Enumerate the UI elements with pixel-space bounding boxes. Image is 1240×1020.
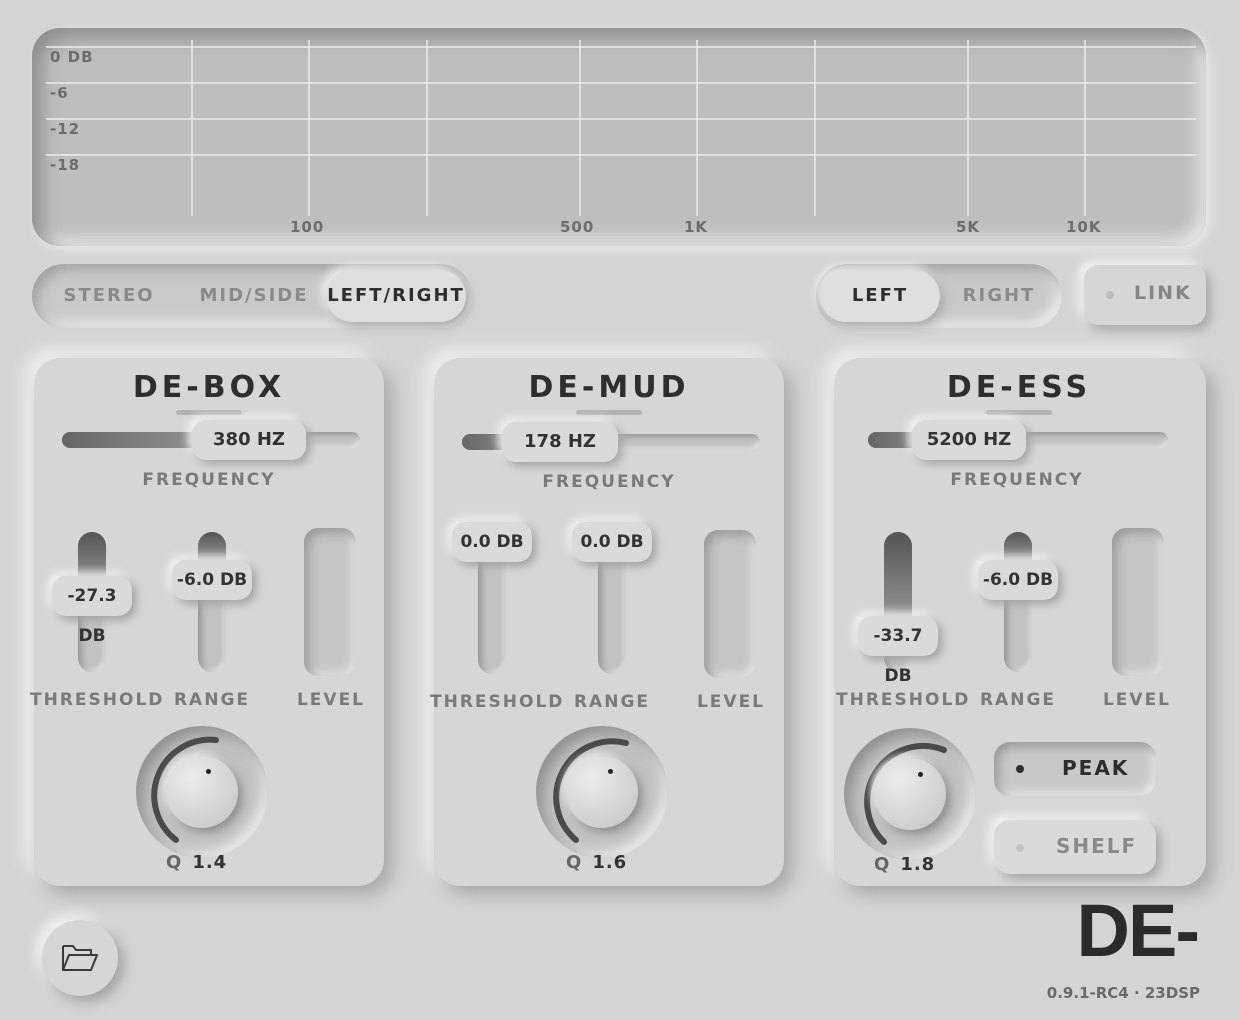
level-label: LEVEL: [296, 690, 366, 710]
frequency-label: FREQUENCY: [950, 470, 1084, 490]
q-knob-well: [844, 728, 976, 860]
q-knob-well: [136, 726, 268, 858]
panel-title: DE-MUD: [528, 370, 690, 405]
frequency-label: FREQUENCY: [142, 470, 276, 490]
q-knob[interactable]: [874, 758, 946, 830]
peak-indicator: [1016, 765, 1024, 773]
panel-title: DE-ESS: [946, 370, 1092, 405]
q-knob-well: [536, 726, 668, 858]
graph-grid: [46, 40, 1196, 216]
shelf-mode-button[interactable]: SHELF: [994, 820, 1156, 874]
q-knob-pointer: [206, 769, 211, 774]
q-knob-pointer: [918, 772, 923, 777]
mode-option-mid-side[interactable]: MID/SIDE: [184, 270, 324, 322]
channel-option-left[interactable]: LEFT: [820, 270, 940, 322]
q-readout: Q 1.6: [566, 852, 627, 873]
level-meter: [304, 528, 356, 676]
threshold-slider-thumb[interactable]: -33.7 DB: [858, 616, 938, 686]
level-label: LEVEL: [696, 692, 766, 712]
db-label-18: -18: [50, 156, 81, 174]
level-meter: [704, 530, 756, 678]
threshold-label: THRESHOLD: [430, 692, 565, 712]
level-label: LEVEL: [1102, 690, 1172, 710]
link-label: LINK: [1134, 282, 1192, 304]
frequency-slider-thumb[interactable]: 5200 HZ: [912, 420, 1026, 460]
range-slider-thumb[interactable]: -6.0 DB: [978, 560, 1058, 600]
q-readout: Q 1.8: [874, 854, 935, 875]
hz-label-500: 500: [560, 218, 595, 236]
peak-mode-button[interactable]: PEAK: [994, 742, 1156, 796]
frequency-slider-thumb[interactable]: 178 HZ: [502, 422, 618, 462]
hz-label-1k: 1K: [684, 218, 709, 236]
q-value: 1.4: [192, 852, 228, 873]
stereo-mode-selector: STEREO MID/SIDE LEFT/RIGHT: [32, 264, 472, 328]
link-button[interactable]: LINK: [1084, 265, 1206, 325]
q-knob[interactable]: [566, 756, 638, 828]
q-value: 1.8: [900, 854, 936, 875]
threshold-label: THRESHOLD: [836, 690, 971, 710]
peak-label: PEAK: [1062, 756, 1130, 780]
version-label: 0.9.1-RC4 · 23DSP: [1046, 984, 1200, 1002]
threshold-slider-thumb[interactable]: -27.3 DB: [52, 576, 132, 646]
q-readout: Q 1.4: [166, 852, 227, 873]
open-preset-button[interactable]: [42, 920, 118, 996]
frequency-label: FREQUENCY: [542, 472, 676, 492]
mode-option-stereo[interactable]: STEREO: [42, 270, 176, 322]
level-meter: [1112, 528, 1164, 676]
range-slider-track[interactable]: [1004, 532, 1032, 672]
db-label-6: -6: [50, 84, 69, 102]
q-label: Q: [566, 852, 583, 873]
link-indicator: [1106, 291, 1114, 299]
db-label-12: -12: [50, 120, 81, 138]
hz-label-10k: 10K: [1066, 218, 1102, 236]
brand-logo: DE-: [1076, 889, 1200, 972]
panel-de-mud: DE-MUD 178 HZ FREQUENCY 0.0 DB THRESHOLD…: [430, 358, 784, 886]
q-knob-pointer: [608, 769, 613, 774]
db-label-0: 0 DB: [50, 48, 94, 66]
hz-label-5k: 5K: [956, 218, 981, 236]
panel-de-box: DE-BOX 380 HZ FREQUENCY -27.3 DB THRESHO…: [30, 358, 384, 886]
range-label: RANGE: [173, 690, 251, 710]
title-underline: [176, 410, 242, 415]
title-underline: [576, 410, 642, 415]
frequency-response-graph: 0 DB -6 -12 -18 100 500 1K 5K 10K: [32, 28, 1206, 246]
panel-de-ess: DE-ESS 5200 HZ FREQUENCY -33.7 DB THRESH…: [834, 358, 1206, 886]
range-slider-track[interactable]: [198, 532, 226, 672]
mode-option-left-right[interactable]: LEFT/RIGHT: [326, 270, 466, 322]
q-knob[interactable]: [166, 756, 238, 828]
panel-title: DE-BOX: [132, 370, 286, 405]
q-label: Q: [166, 852, 183, 873]
channel-selector: LEFT RIGHT: [816, 264, 1062, 328]
threshold-label: THRESHOLD: [30, 690, 165, 710]
channel-option-right[interactable]: RIGHT: [940, 270, 1058, 322]
shelf-indicator: [1016, 844, 1024, 852]
hz-label-100: 100: [290, 218, 325, 236]
range-label: RANGE: [979, 690, 1057, 710]
threshold-slider-thumb[interactable]: 0.0 DB: [452, 522, 532, 562]
frequency-slider-thumb[interactable]: 380 HZ: [192, 420, 306, 460]
q-label: Q: [874, 854, 891, 875]
range-slider-thumb[interactable]: -6.0 DB: [172, 560, 252, 600]
shelf-label: SHELF: [1056, 834, 1138, 858]
range-label: RANGE: [573, 692, 651, 712]
range-slider-thumb[interactable]: 0.0 DB: [572, 522, 652, 562]
q-value: 1.6: [592, 852, 628, 873]
folder-open-icon: [62, 945, 98, 971]
title-underline: [986, 410, 1052, 415]
